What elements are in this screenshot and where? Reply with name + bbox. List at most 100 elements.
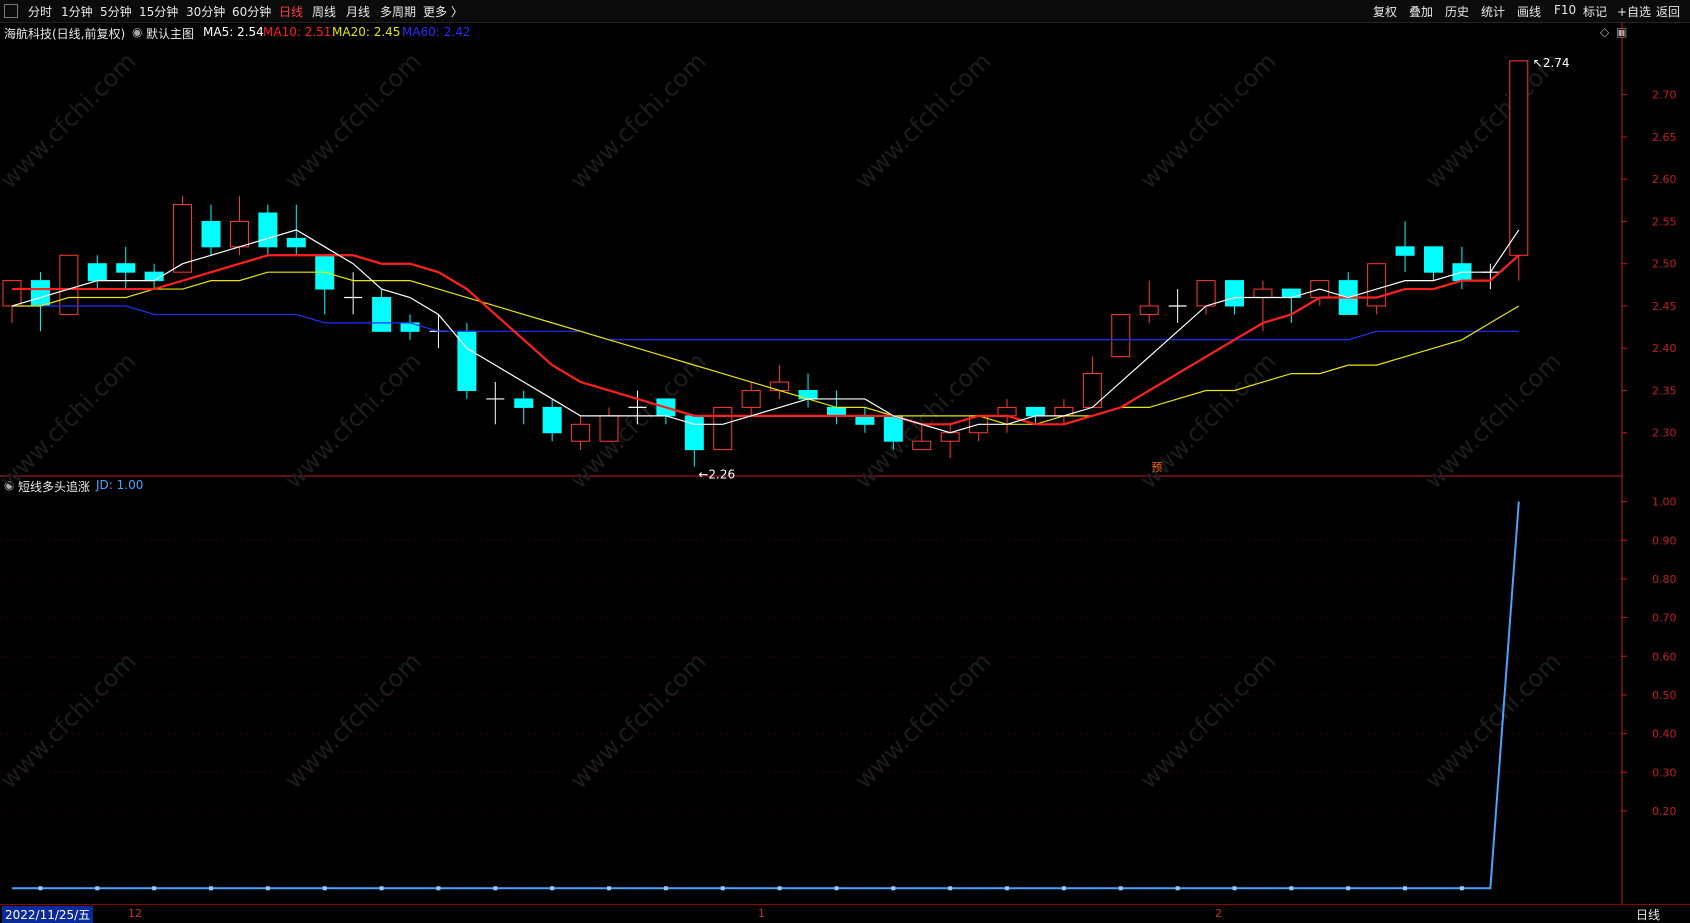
watermark-text: www.cfchi.com [1134,647,1281,794]
ma60-line [12,305,1519,341]
jd-point [1175,886,1180,891]
watermark-text: www.cfchi.com [1419,347,1566,494]
candle-body [997,406,1017,417]
candle-body [1111,313,1131,358]
indicator-tick-label: 0.80 [1652,573,1677,586]
low-price-label: ←2.26 [698,468,735,482]
watermark-text: www.cfchi.com [564,47,711,194]
jd-point [1459,886,1464,891]
jd-point [948,886,953,891]
high-price-label: ↖2.74 [1533,56,1570,70]
indicator-tick-label: 0.30 [1652,766,1677,779]
jd-point [436,886,441,891]
indicator-tick-label: 0.90 [1652,534,1677,547]
candle-body [2,280,22,307]
candle-body [1395,246,1415,256]
forecast-marker: 预 [1151,461,1162,474]
candle-body [1424,246,1443,273]
candle-body [940,432,960,442]
candle-body [1139,305,1159,315]
price-tick-label: 2.30 [1652,427,1677,440]
jd-point [152,886,157,891]
watermark-text: www.cfchi.com [849,647,996,794]
indicator-tick-label: 1.00 [1652,496,1677,509]
watermark-text: www.cfchi.com [279,47,426,194]
jd-point [891,886,896,891]
price-tick-label: 2.60 [1652,173,1677,186]
price-tick-label: 2.55 [1652,215,1677,228]
jd-point [95,886,100,891]
candle-body [599,415,619,442]
jd-point [663,886,668,891]
watermark-text: www.cfchi.com [0,347,141,494]
jd-point [322,886,327,891]
indicator-tick-label: 0.40 [1652,728,1677,741]
candle-body [30,280,50,307]
jd-point [1005,886,1010,891]
candle-body [542,406,562,434]
candle-body [201,220,221,248]
jd-point [38,886,43,891]
watermark-text: www.cfchi.com [279,347,426,494]
candle-body [713,406,733,451]
jd-point [379,886,384,891]
indicator-tick-label: 0.20 [1652,805,1677,818]
jd-point [607,886,612,891]
candle-body [1509,60,1529,256]
jd-line [12,501,1520,890]
jd-point [1346,886,1351,891]
candle-body [1025,406,1045,417]
jd-point [265,886,270,891]
indicator-tick-label: 0.50 [1652,689,1677,702]
indicator-tick-label: 0.70 [1652,612,1677,625]
price-tick-label: 2.70 [1652,89,1677,102]
month-label: 12 [128,907,142,920]
candle-body [514,398,534,408]
price-tick-label: 2.45 [1652,300,1677,313]
jd-point [550,886,555,891]
jd-point [1061,886,1066,891]
cursor-date: 2022/11/25/五 [2,906,94,923]
time-axis-bar: 2022/11/25/五 12 1 2 日线 [0,904,1690,923]
candle-body [826,406,846,417]
candle-body [741,389,761,408]
candle-body [1367,263,1387,307]
jd-point [777,886,782,891]
ma5-line [11,229,1520,434]
candle-body [87,263,107,282]
jd-point [834,886,839,891]
candle-body [684,415,704,451]
candle-body [229,220,249,248]
watermark-text: www.cfchi.com [0,47,141,194]
candle-body [258,212,278,248]
watermark-text: www.cfchi.com [849,47,996,194]
candle-body [1224,280,1244,307]
watermark-text: www.cfchi.com [564,647,711,794]
watermark-text: www.cfchi.com [1134,47,1281,194]
candle-body [372,297,392,332]
watermark-text: www.cfchi.com [279,647,426,794]
candle-body [1253,288,1273,299]
candle-body [912,440,932,451]
candle-body [1196,280,1216,307]
candle-body [116,263,136,273]
candle-body [286,237,306,248]
kline-chart[interactable]: www.cfchi.com www.cfchi.com www.cfchi.com w… [0,0,1690,922]
jd-point [1289,886,1294,891]
month-label: 2 [1215,907,1222,920]
watermark-text: www.cfchi.com [1419,647,1566,794]
jd-point [493,886,498,891]
candle-body [883,415,903,442]
candle-body [855,415,875,425]
jd-point [1118,886,1123,891]
period-indicator[interactable]: 日线 [1636,906,1660,923]
candle-body [571,423,591,442]
jd-point [1232,886,1237,891]
month-label: 1 [758,907,765,920]
jd-point [209,886,214,891]
indicator-tick-label: 0.60 [1652,650,1677,663]
jd-point [1403,886,1408,891]
price-tick-label: 2.65 [1652,131,1677,144]
price-tick-label: 2.35 [1652,384,1677,397]
price-tick-label: 2.40 [1652,342,1677,355]
